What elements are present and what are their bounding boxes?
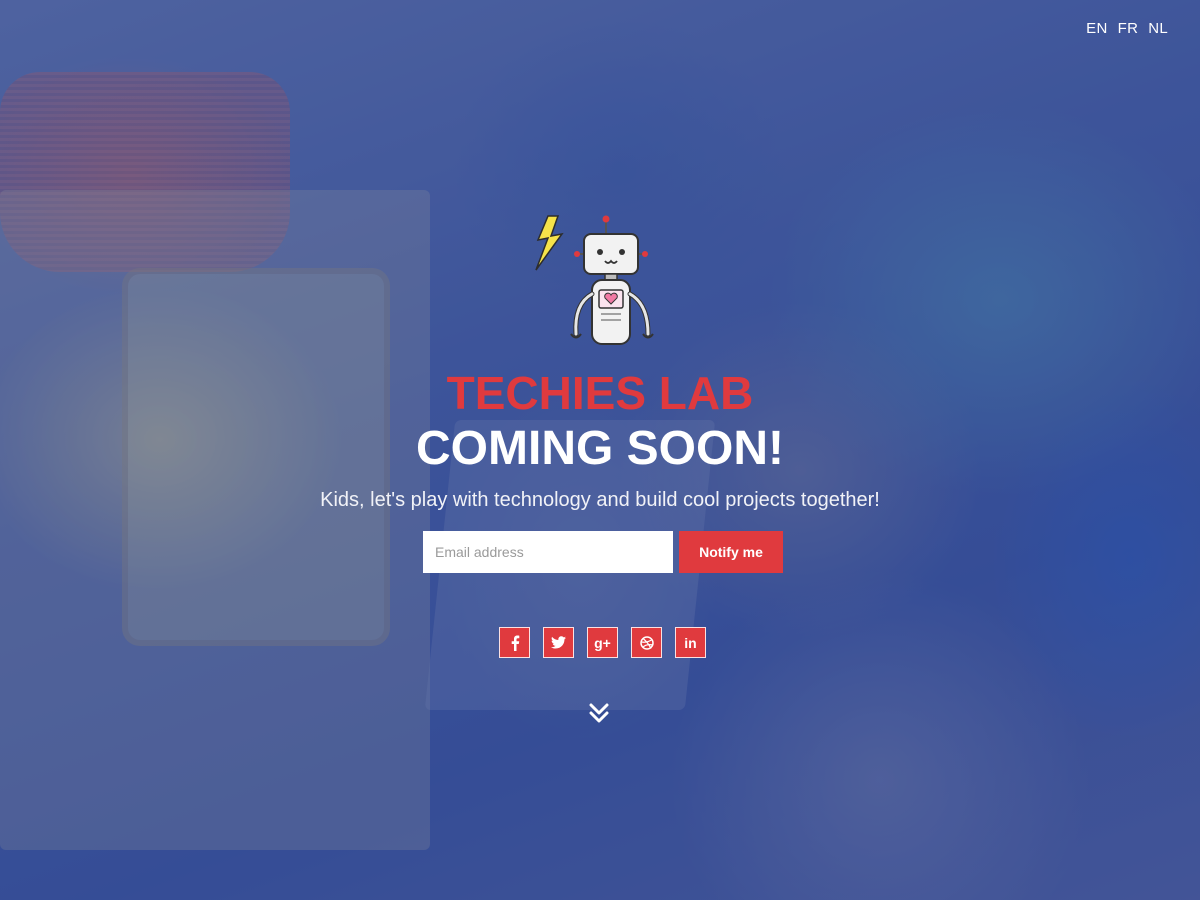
notify-me-button[interactable]: Notify me xyxy=(679,531,783,573)
google-plus-button[interactable]: g+ xyxy=(587,627,618,658)
tagline: Kids, let's play with technology and bui… xyxy=(320,489,880,511)
email-field[interactable] xyxy=(423,531,673,573)
scroll-down-button[interactable] xyxy=(588,703,610,727)
google-plus-icon: g+ xyxy=(594,634,611,651)
coming-soon-headline: COMING SOON! xyxy=(416,422,784,475)
twitter-icon xyxy=(551,636,566,649)
signup-form: Notify me xyxy=(423,531,783,573)
lang-nl-link[interactable]: NL xyxy=(1148,20,1168,37)
linkedin-icon: in xyxy=(684,634,697,651)
double-chevron-down-icon xyxy=(589,702,609,729)
social-links: g+ in xyxy=(499,627,706,658)
facebook-button[interactable] xyxy=(499,627,530,658)
dribbble-button[interactable] xyxy=(631,627,662,658)
lang-fr-link[interactable]: FR xyxy=(1118,20,1139,37)
robot-logo-icon xyxy=(534,212,664,352)
language-switcher: EN FR NL xyxy=(1086,20,1168,37)
facebook-icon xyxy=(510,635,520,651)
twitter-button[interactable] xyxy=(543,627,574,658)
brand-title: TECHIES LAB xyxy=(446,367,754,419)
linkedin-button[interactable]: in xyxy=(675,627,706,658)
dribbble-icon xyxy=(639,635,654,650)
lang-en-link[interactable]: EN xyxy=(1086,20,1107,37)
